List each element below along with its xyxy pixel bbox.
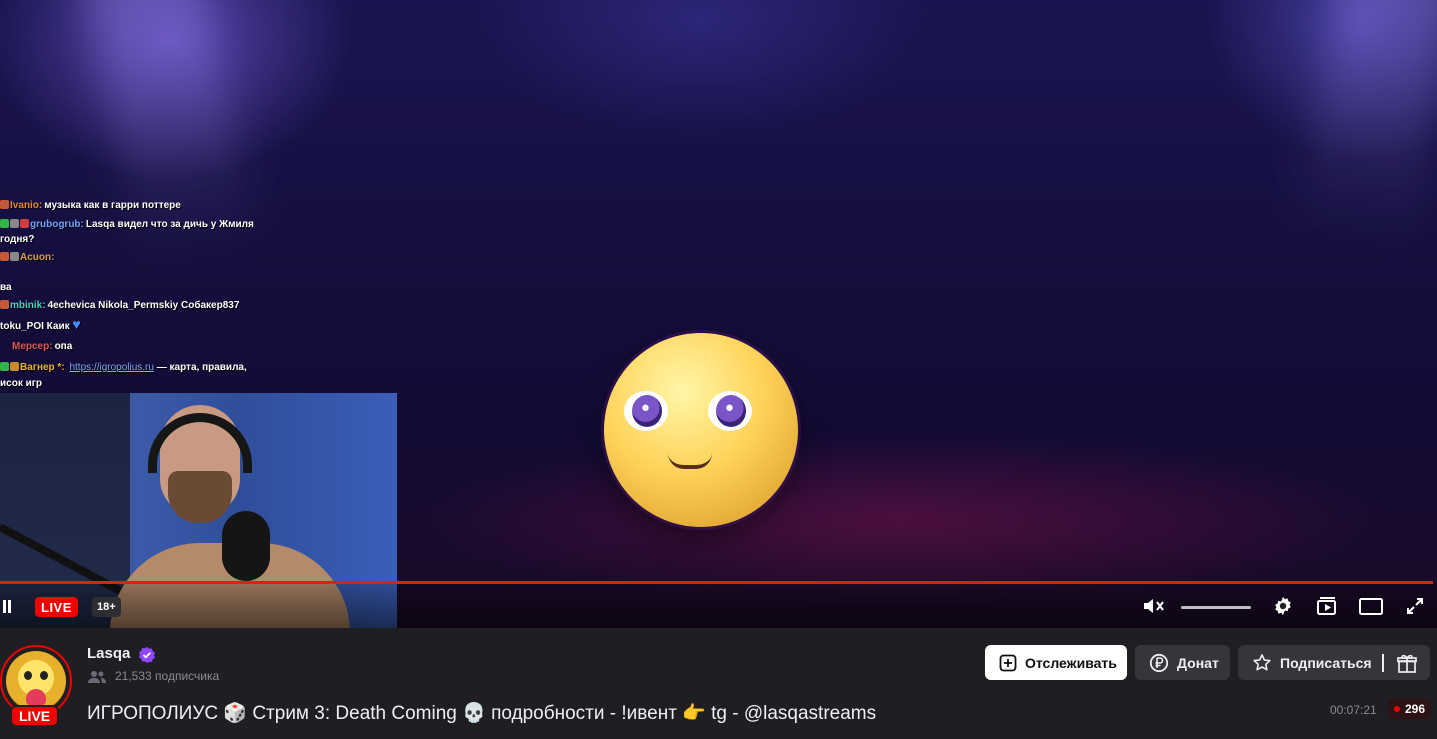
settings-button[interactable] xyxy=(1270,584,1296,628)
chat-badge-icon xyxy=(0,300,9,309)
age-rating-badge: 18+ xyxy=(92,597,121,617)
chat-badge-icon xyxy=(0,252,9,261)
chat-line: ва xyxy=(0,282,12,295)
headphones xyxy=(148,413,252,473)
chat-badge-icon xyxy=(10,219,19,228)
gear-icon xyxy=(1275,596,1291,616)
avatar-live-badge: LIVE xyxy=(10,705,60,727)
heart-icon xyxy=(26,689,46,705)
chat-user: Acuon: xyxy=(20,252,55,263)
mute-icon xyxy=(1144,599,1164,613)
chat-line: Ivanio: музыка как в гарри поттере xyxy=(0,200,181,213)
chat-message: toku_POI Каик xyxy=(0,321,70,332)
smile-mouth xyxy=(668,453,712,469)
pause-icon xyxy=(8,599,11,613)
chat-message: годня? xyxy=(0,234,35,245)
pause-button[interactable] xyxy=(0,584,14,628)
avatar-face xyxy=(22,669,50,689)
donate-label: Донат xyxy=(1177,654,1219,671)
donate-button[interactable]: Донат xyxy=(1135,645,1230,680)
chat-line: grubogrub: Lasqa видел что за дичь у Жмил… xyxy=(0,219,254,232)
chat-message: — карта, правила, xyxy=(156,362,247,373)
chat-line: Вагнер *: https://igropolius.ru — карта,… xyxy=(0,362,247,375)
chat-user: Ivanio: xyxy=(10,200,43,211)
live-dot-icon xyxy=(1394,706,1400,712)
chat-badge-icon xyxy=(0,219,9,228)
chat-line: годня? xyxy=(0,234,34,247)
clip-icon xyxy=(1317,597,1336,615)
chat-line: toku_POI Каик ♥ xyxy=(0,316,81,334)
chat-line: Acuon: xyxy=(0,252,56,265)
streamer-beard xyxy=(168,471,232,523)
chat-line: Мерсер: опа xyxy=(0,341,72,354)
heart-emote-icon: ♥ xyxy=(72,316,81,332)
chat-badge-icon xyxy=(0,362,9,371)
pause-icon xyxy=(3,599,6,613)
chat-user: Мерсер: xyxy=(12,341,53,352)
ruble-icon xyxy=(1149,653,1169,672)
smiley-character xyxy=(604,333,798,527)
plus-icon xyxy=(999,654,1017,671)
mute-button[interactable] xyxy=(1140,584,1168,628)
verified-icon xyxy=(139,647,155,663)
microphone xyxy=(222,511,270,581)
subscribe-divider xyxy=(1382,654,1384,672)
star-icon xyxy=(1253,653,1271,670)
chat-badge-icon xyxy=(20,219,29,228)
stream-uptime: 00:07:21 xyxy=(1330,703,1377,717)
gift-icon[interactable] xyxy=(1396,652,1418,674)
channel-name[interactable]: Lasqa xyxy=(87,645,130,662)
chat-line: mbinik: 4echevica Nikola_Permskiy Собакер… xyxy=(0,300,239,313)
chat-user: Вагнер *: xyxy=(20,362,65,373)
viewer-count: 296 xyxy=(1388,699,1432,719)
chat-link: https://igropolius.ru xyxy=(69,362,154,373)
stage-light xyxy=(1294,0,1437,249)
avatar-image xyxy=(6,651,66,711)
video-player[interactable]: Ivanio: музыка как в гарри поттере grubog… xyxy=(0,0,1437,628)
viewer-count-value: 296 xyxy=(1405,702,1426,716)
chat-user: mbinik: xyxy=(10,300,46,311)
clip-button[interactable] xyxy=(1314,584,1340,628)
subscribe-label: Подписаться xyxy=(1280,654,1372,671)
followers-icon xyxy=(88,671,106,683)
follower-count: 21,533 подписчика xyxy=(115,669,220,683)
player-controls: LIVE 18+ xyxy=(0,584,1437,628)
chat-message: 4echevica Nikola_Permskiy Собакер837 xyxy=(47,300,240,311)
chat-line: исок игр xyxy=(0,378,42,391)
chat-user: grubogrub: xyxy=(30,219,84,230)
fullscreen-icon xyxy=(1407,598,1423,614)
chat-message: исок игр xyxy=(0,378,43,389)
live-indicator: LIVE xyxy=(35,597,78,617)
chat-message: музыка как в гарри поттере xyxy=(44,200,181,211)
subscribe-button[interactable]: Подписаться xyxy=(1238,645,1430,680)
channel-info-bar: LIVE Lasqa 21,533 подписчика ИГРОПОЛИУС … xyxy=(0,628,1437,739)
volume-slider[interactable] xyxy=(1181,606,1251,609)
chat-badge-icon xyxy=(10,362,19,371)
left-eye xyxy=(624,391,668,431)
fullscreen-button[interactable] xyxy=(1402,584,1428,628)
theatre-mode-button[interactable] xyxy=(1357,584,1385,628)
theatre-icon xyxy=(1359,598,1383,615)
follow-button[interactable]: Отслеживать xyxy=(985,645,1127,680)
follow-label: Отслеживать xyxy=(1025,654,1117,671)
chat-message: опа xyxy=(54,341,73,352)
chat-message: Lasqa видел что за дичь у Жмиля xyxy=(85,219,254,230)
right-eye xyxy=(708,391,752,431)
chat-badge-icon xyxy=(0,200,9,209)
stream-title: ИГРОПОЛИУС 🎲 Стрим 3: Death Coming 💀 под… xyxy=(87,703,877,724)
chat-message: ва xyxy=(0,282,12,293)
chat-badge-icon xyxy=(10,252,19,261)
